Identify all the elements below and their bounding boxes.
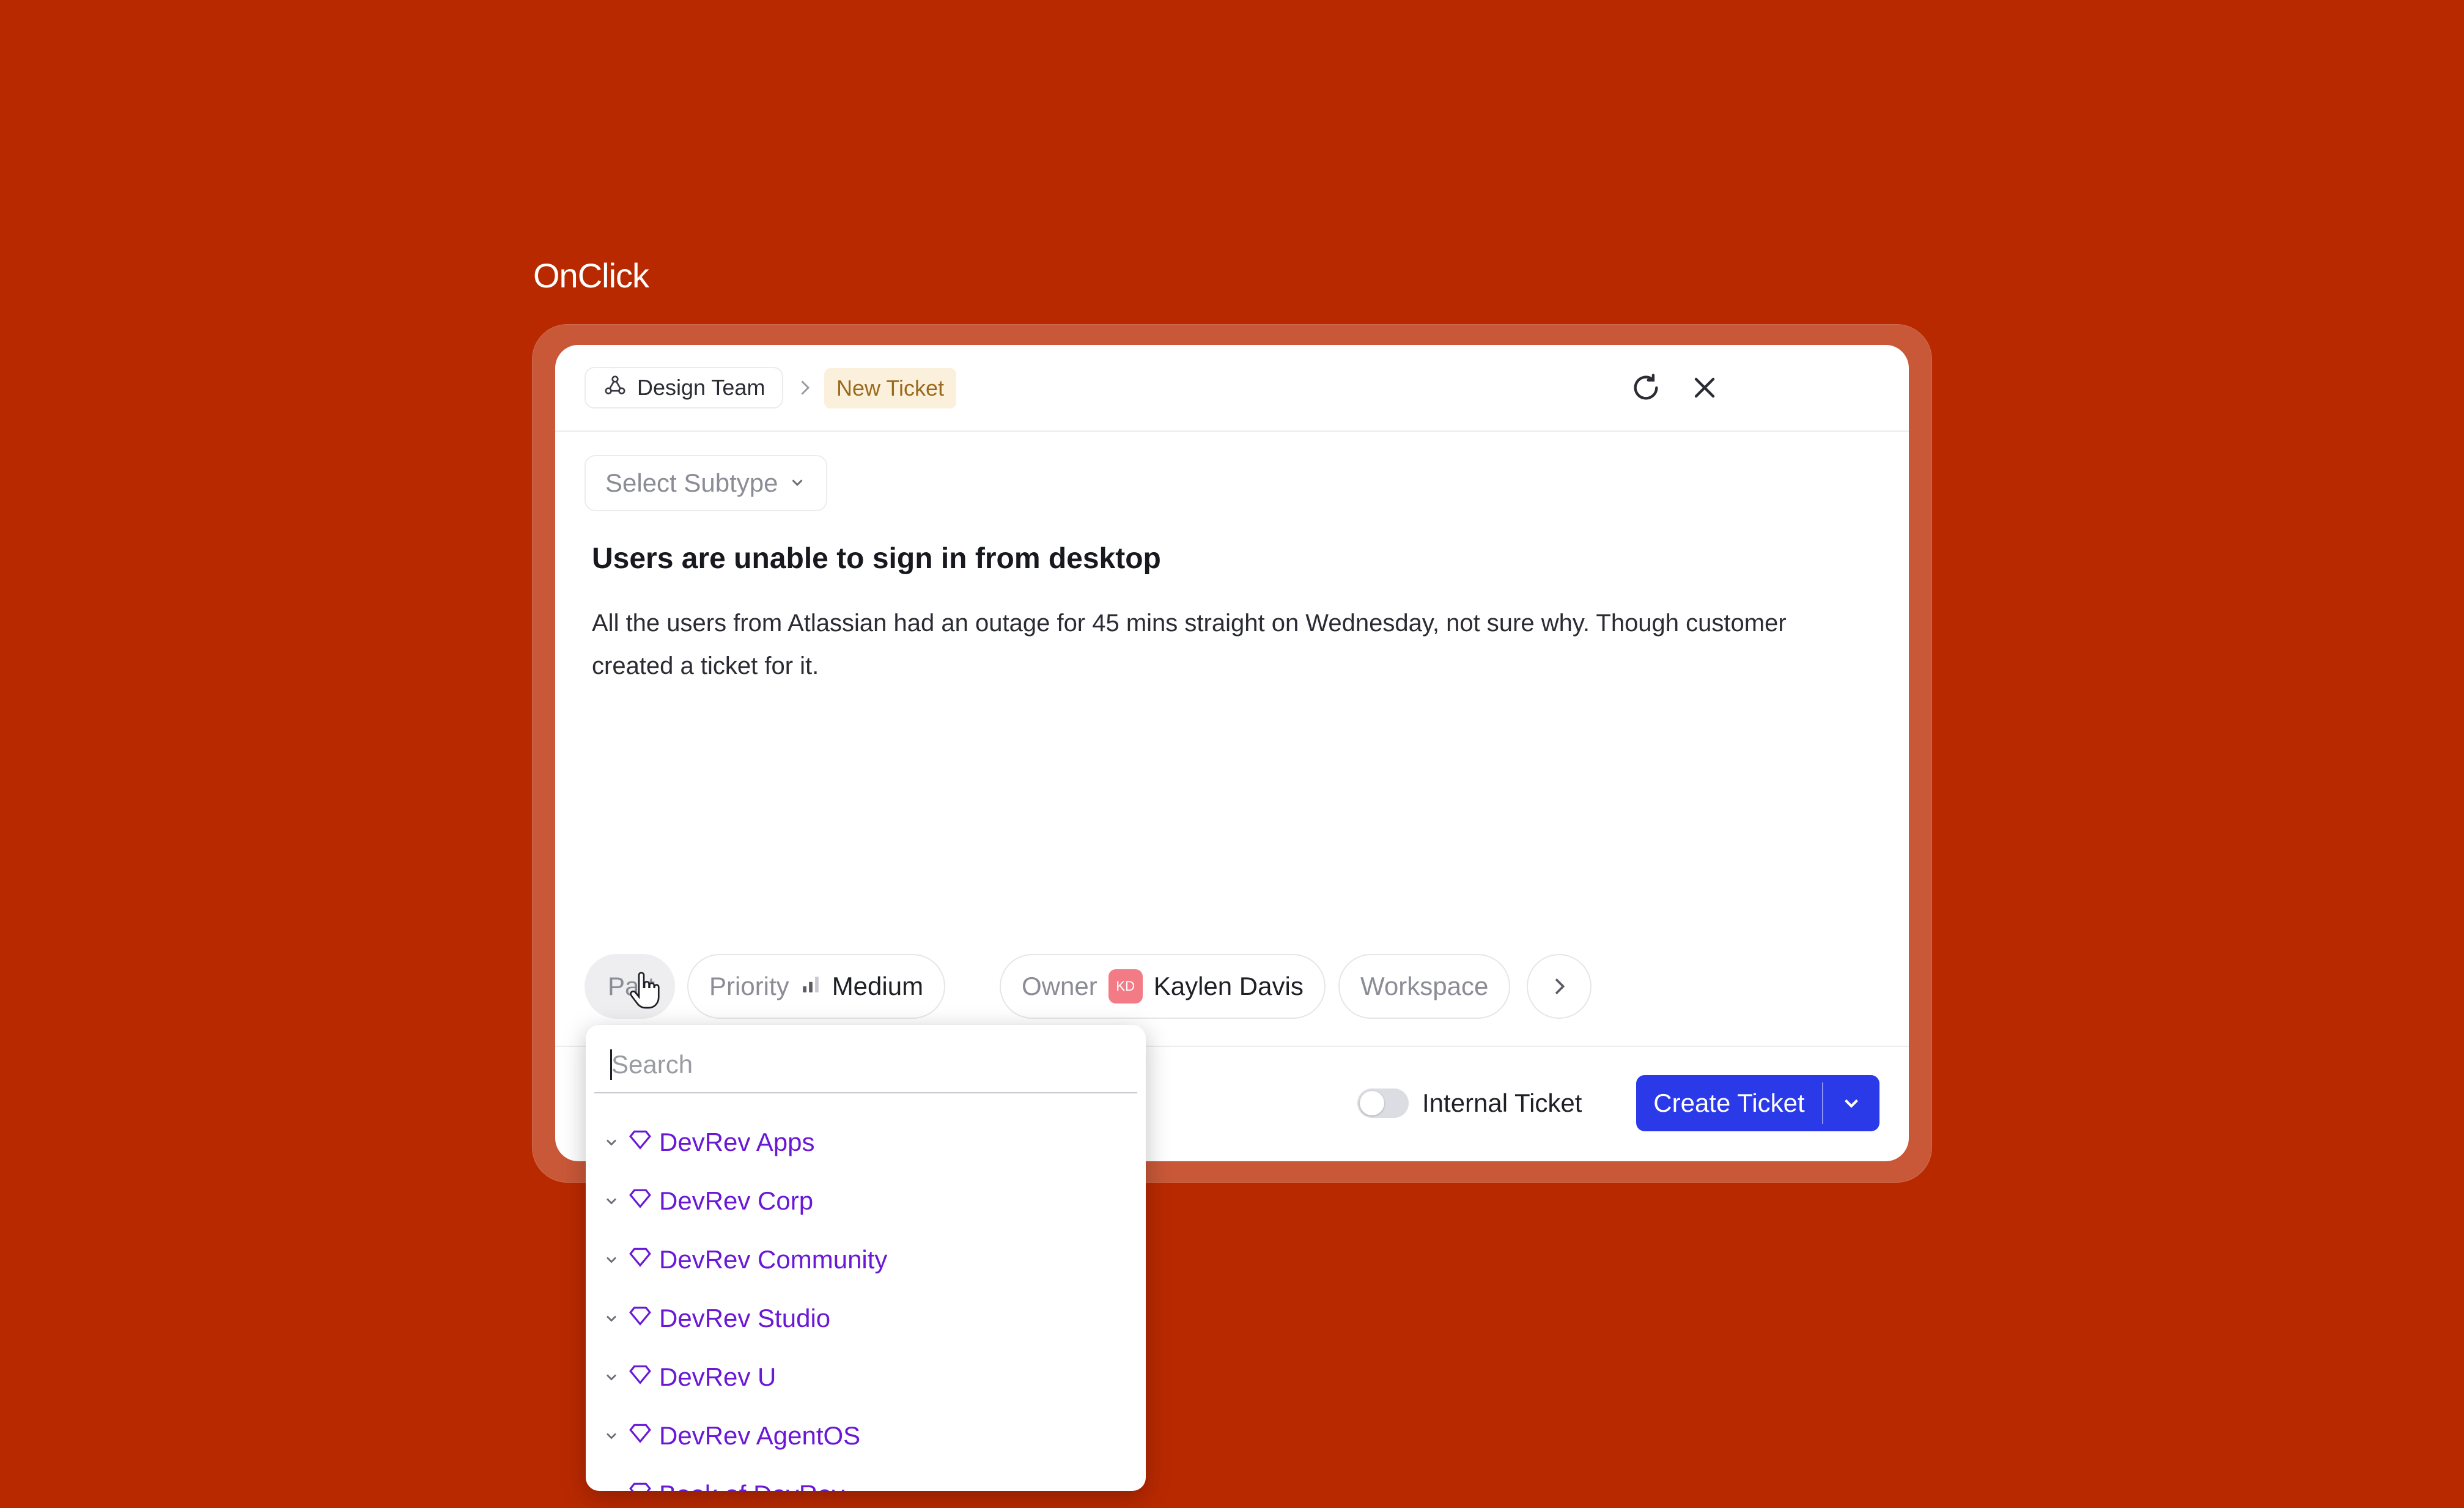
gem-icon bbox=[629, 1245, 652, 1274]
workspace-label: Workspace bbox=[1360, 972, 1489, 1000]
list-item-label: Book of DevRev bbox=[659, 1480, 844, 1491]
create-ticket-label: Create Ticket bbox=[1653, 1088, 1805, 1117]
gem-icon bbox=[629, 1421, 652, 1451]
owner-chip[interactable]: Owner KD Kaylen Davis bbox=[1000, 954, 1326, 1019]
brand-logo: OnClick bbox=[533, 256, 649, 295]
gem-icon bbox=[629, 1480, 652, 1491]
list-item-label: DevRev Studio bbox=[659, 1304, 831, 1332]
breadcrumb-current: New Ticket bbox=[824, 368, 957, 408]
create-ticket-button[interactable]: Create Ticket bbox=[1636, 1075, 1879, 1131]
list-item-label: DevRev U bbox=[659, 1362, 776, 1391]
chevron-right-icon bbox=[1555, 978, 1565, 994]
refresh-button[interactable] bbox=[1628, 369, 1664, 406]
chevron-down-icon[interactable] bbox=[603, 1192, 621, 1210]
list-item[interactable]: DevRev Community bbox=[586, 1230, 1146, 1289]
chevron-down-icon[interactable] bbox=[603, 1310, 621, 1327]
gem-icon bbox=[629, 1128, 652, 1157]
breadcrumb-team-label: Design Team bbox=[637, 375, 765, 400]
refresh-icon bbox=[1634, 374, 1658, 400]
gem-icon bbox=[629, 1304, 652, 1333]
list-item[interactable]: DevRev AgentOS bbox=[586, 1406, 1146, 1465]
subtype-select[interactable]: Select Subtype bbox=[585, 455, 827, 511]
chevron-down-icon[interactable] bbox=[603, 1486, 621, 1491]
create-ticket-options-button[interactable] bbox=[1823, 1075, 1879, 1131]
list-item-label: DevRev Apps bbox=[659, 1128, 815, 1156]
gem-icon bbox=[629, 1186, 652, 1216]
modal-header: Design Team New Ticket bbox=[555, 345, 1909, 432]
subtype-select-label: Select Subtype bbox=[605, 468, 778, 497]
team-icon bbox=[603, 373, 627, 403]
chevron-down-icon[interactable] bbox=[603, 1427, 621, 1444]
priority-label: Priority bbox=[709, 972, 789, 1000]
list-item[interactable]: DevRev Apps bbox=[586, 1113, 1146, 1172]
chevron-down-icon[interactable] bbox=[603, 1369, 621, 1386]
chevron-down-icon[interactable] bbox=[603, 1251, 621, 1268]
list-item-label: DevRev Community bbox=[659, 1245, 888, 1274]
priority-value: Medium bbox=[832, 972, 924, 1000]
part-dropdown: DevRev Apps DevRev Corp DevRev Community… bbox=[586, 1025, 1146, 1491]
more-attributes-button[interactable] bbox=[1527, 954, 1592, 1019]
owner-value: Kaylen Davis bbox=[1153, 972, 1304, 1000]
part-search-input[interactable] bbox=[610, 1046, 1114, 1084]
list-item[interactable]: Book of DevRev bbox=[586, 1465, 1146, 1491]
ticket-description[interactable]: All the users from Atlassian had an outa… bbox=[592, 602, 1827, 687]
internal-ticket-toggle[interactable] bbox=[1357, 1088, 1409, 1118]
avatar: KD bbox=[1108, 969, 1143, 1003]
close-icon bbox=[1694, 377, 1715, 398]
internal-ticket-label: Internal Ticket bbox=[1422, 1088, 1582, 1117]
owner-label: Owner bbox=[1022, 972, 1097, 1000]
hand-cursor-icon bbox=[627, 971, 660, 1013]
breadcrumb-team[interactable]: Design Team bbox=[585, 367, 784, 408]
list-item-label: DevRev Corp bbox=[659, 1186, 814, 1215]
list-item[interactable]: DevRev Corp bbox=[586, 1172, 1146, 1230]
ticket-title[interactable]: Users are unable to sign in from desktop bbox=[592, 542, 1161, 575]
part-list: DevRev Apps DevRev Corp DevRev Community… bbox=[586, 1113, 1146, 1491]
gem-icon bbox=[629, 1362, 652, 1392]
chevron-down-icon bbox=[788, 468, 806, 498]
text-caret bbox=[610, 1049, 612, 1080]
priority-bars-icon bbox=[800, 972, 821, 1001]
list-item-label: DevRev AgentOS bbox=[659, 1421, 861, 1450]
chevron-right-icon bbox=[794, 375, 816, 403]
list-item[interactable]: DevRev Studio bbox=[586, 1289, 1146, 1348]
priority-chip[interactable]: Priority Medium bbox=[687, 954, 946, 1019]
close-button[interactable] bbox=[1686, 369, 1723, 406]
workspace-chip[interactable]: Workspace bbox=[1338, 954, 1511, 1019]
list-item[interactable]: DevRev U bbox=[586, 1348, 1146, 1406]
chevron-down-icon[interactable] bbox=[603, 1134, 621, 1151]
chevron-down-icon bbox=[1845, 1099, 1858, 1108]
search-underline bbox=[594, 1092, 1137, 1093]
